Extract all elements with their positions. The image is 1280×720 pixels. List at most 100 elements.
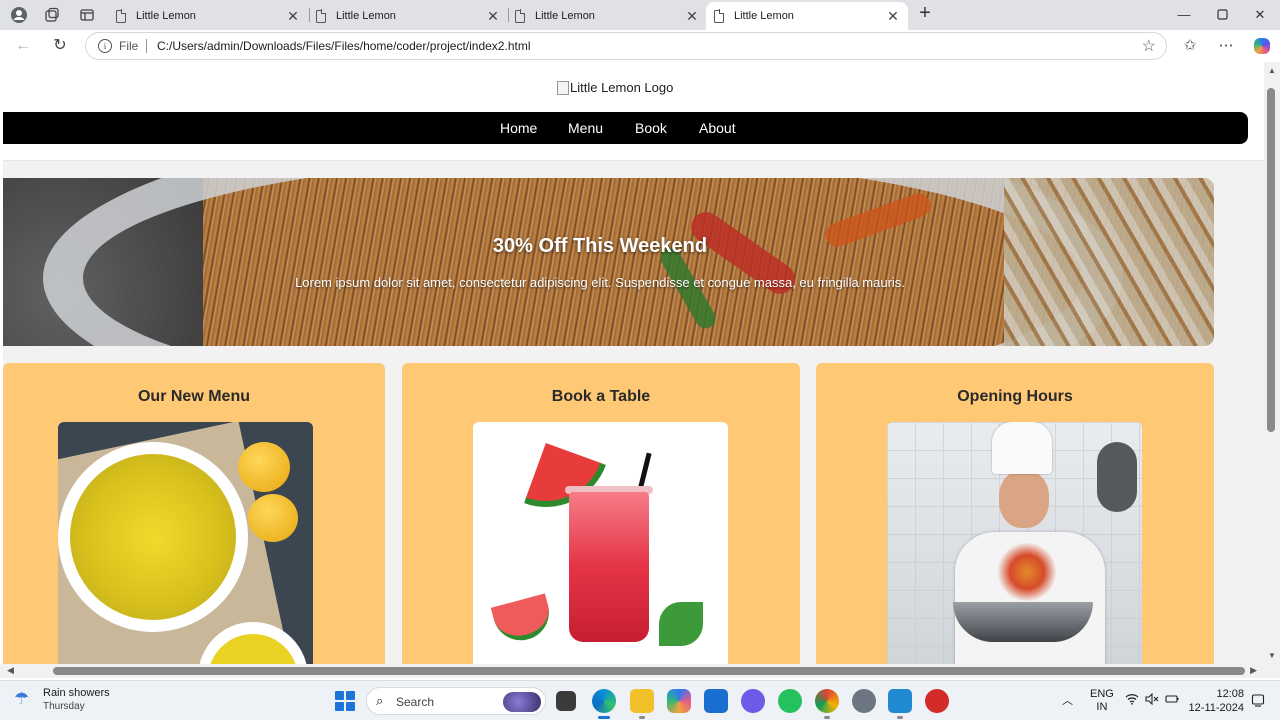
copilot-app-icon[interactable] xyxy=(667,689,691,713)
card-title: Opening Hours xyxy=(957,388,1073,405)
windows-logo-tile xyxy=(346,691,355,700)
more-options-icon[interactable]: ⋯ xyxy=(1216,36,1236,56)
nav-book[interactable]: Book xyxy=(635,120,667,136)
card-book-table: Book a Table xyxy=(402,363,800,664)
region-code: IN xyxy=(1096,701,1108,713)
browser-tab-3[interactable]: Little Lemon ✕ xyxy=(507,2,707,30)
profile-icon[interactable] xyxy=(10,6,28,24)
scroll-down-arrow-icon[interactable]: ▼ xyxy=(1268,651,1276,660)
document-icon xyxy=(714,9,725,23)
divider xyxy=(146,39,147,53)
card-title: Book a Table xyxy=(551,388,651,405)
maximize-window-button[interactable] xyxy=(1213,6,1231,24)
browser-tab-4-active[interactable]: Little Lemon ✕ xyxy=(706,2,908,30)
system-clock[interactable]: 12:08 12-11-2024 xyxy=(1189,687,1244,715)
language-code: ENG xyxy=(1090,688,1114,700)
hero-text: Lorem ipsum dolor sit amet, consectetur … xyxy=(295,275,905,290)
taskbar-search[interactable]: ⌕ Search xyxy=(366,687,546,715)
document-icon xyxy=(316,9,327,23)
hero-overlay xyxy=(3,178,1214,346)
browser-tab-2[interactable]: Little Lemon ✕ xyxy=(308,2,508,30)
hero-title: 30% Off This Weekend xyxy=(492,235,708,257)
edge-browser-icon[interactable] xyxy=(592,689,616,719)
image-part xyxy=(569,492,649,642)
favorite-star-icon[interactable]: ☆ xyxy=(1142,36,1156,56)
app-icon[interactable] xyxy=(741,689,765,713)
card-title: Our New Menu xyxy=(137,388,250,405)
horizontal-scroll-thumb[interactable] xyxy=(53,667,1245,675)
reload-button[interactable]: ↻ xyxy=(50,36,70,56)
url-text[interactable]: C:/Users/admin/Downloads/Files/Files/hom… xyxy=(157,39,530,53)
tab-title: Little Lemon xyxy=(535,10,595,22)
workspaces-icon[interactable] xyxy=(43,6,61,24)
document-icon xyxy=(515,9,526,23)
image-part xyxy=(997,542,1057,602)
close-tab-icon[interactable]: ✕ xyxy=(886,8,900,25)
horizontal-scrollbar[interactable]: ◀ ▶ xyxy=(0,664,1264,678)
taskbar: ☂ Rain showers Thursday ⌕ Search ︿ ENG I… xyxy=(0,680,1280,720)
info-icon[interactable]: i xyxy=(98,39,112,53)
logo-image-alt[interactable]: Little Lemon Logo xyxy=(557,80,673,95)
scrollbar-corner xyxy=(1264,664,1280,678)
windows-logo-tile xyxy=(335,691,344,700)
start-button[interactable] xyxy=(335,691,355,711)
browser-tab-1[interactable]: Little Lemon ✕ xyxy=(108,2,308,30)
nav-about[interactable]: About xyxy=(699,120,736,136)
image-part xyxy=(1097,442,1137,512)
file-explorer-icon[interactable] xyxy=(630,689,654,719)
store-icon[interactable] xyxy=(704,689,728,713)
show-hidden-icons-chevron-icon[interactable]: ︿ xyxy=(1062,692,1073,708)
image-part xyxy=(248,494,298,542)
tab-actions-icon[interactable] xyxy=(78,6,96,24)
close-tab-icon[interactable]: ✕ xyxy=(286,8,300,25)
image-part xyxy=(999,470,1049,528)
minimize-window-button[interactable]: — xyxy=(1175,6,1193,24)
tab-title: Little Lemon xyxy=(336,10,396,22)
scroll-up-arrow-icon[interactable]: ▲ xyxy=(1268,66,1276,75)
chrome-icon[interactable] xyxy=(815,689,839,719)
weather-widget[interactable]: ☂ Rain showers Thursday xyxy=(14,687,110,712)
document-icon xyxy=(116,9,127,23)
close-tab-icon[interactable]: ✕ xyxy=(486,8,500,25)
broken-image-icon xyxy=(557,80,569,95)
back-button[interactable]: ← xyxy=(13,36,33,56)
site-header xyxy=(3,62,1264,160)
vscode-icon[interactable] xyxy=(888,689,912,719)
vertical-scroll-thumb[interactable] xyxy=(1267,88,1275,432)
search-icon: ⌕ xyxy=(376,693,384,708)
rain-icon: ☂ xyxy=(14,688,30,708)
new-tab-button[interactable]: + xyxy=(915,3,935,24)
pinterest-icon[interactable] xyxy=(925,689,949,713)
hero-banner: 30% Off This Weekend Lorem ipsum dolor s… xyxy=(3,178,1214,346)
scheme-label: File xyxy=(119,39,139,53)
address-bar[interactable]: i File C:/Users/admin/Downloads/Files/Fi… xyxy=(85,32,1167,60)
card-image-drink xyxy=(473,422,728,664)
vertical-scrollbar[interactable]: ▲ ▼ xyxy=(1264,62,1280,664)
settings-gear-icon[interactable] xyxy=(852,689,876,713)
clock-date: 12-11-2024 xyxy=(1188,702,1244,714)
scroll-right-arrow-icon[interactable]: ▶ xyxy=(1250,665,1257,676)
weather-day: Thursday xyxy=(43,701,85,712)
close-tab-icon[interactable]: ✕ xyxy=(685,8,699,25)
close-window-button[interactable]: ✕ xyxy=(1251,6,1269,24)
notifications-icon[interactable] xyxy=(1251,693,1265,709)
browser-tab-strip: Little Lemon ✕ Little Lemon ✕ Little Lem… xyxy=(0,0,1280,30)
clock-time: 12:08 xyxy=(1216,688,1244,700)
volume-muted-icon[interactable] xyxy=(1145,692,1159,709)
task-view-icon[interactable] xyxy=(556,691,576,711)
card-image-rice xyxy=(58,422,313,664)
wifi-icon[interactable] xyxy=(1125,693,1139,709)
favorites-icon[interactable]: ✩ xyxy=(1180,36,1200,56)
scroll-left-arrow-icon[interactable]: ◀ xyxy=(7,665,14,676)
battery-icon[interactable] xyxy=(1165,693,1179,709)
whatsapp-icon[interactable] xyxy=(778,689,802,713)
main-nav: Home Menu Book About xyxy=(3,112,1248,144)
nav-home[interactable]: Home xyxy=(500,120,537,136)
image-part xyxy=(953,602,1093,642)
windows-logo-tile xyxy=(346,702,355,711)
nav-menu[interactable]: Menu xyxy=(568,120,603,136)
copilot-icon[interactable] xyxy=(1254,38,1270,54)
language-indicator[interactable]: ENG IN xyxy=(1090,688,1114,716)
tab-title: Little Lemon xyxy=(136,10,196,22)
image-part xyxy=(238,442,290,492)
